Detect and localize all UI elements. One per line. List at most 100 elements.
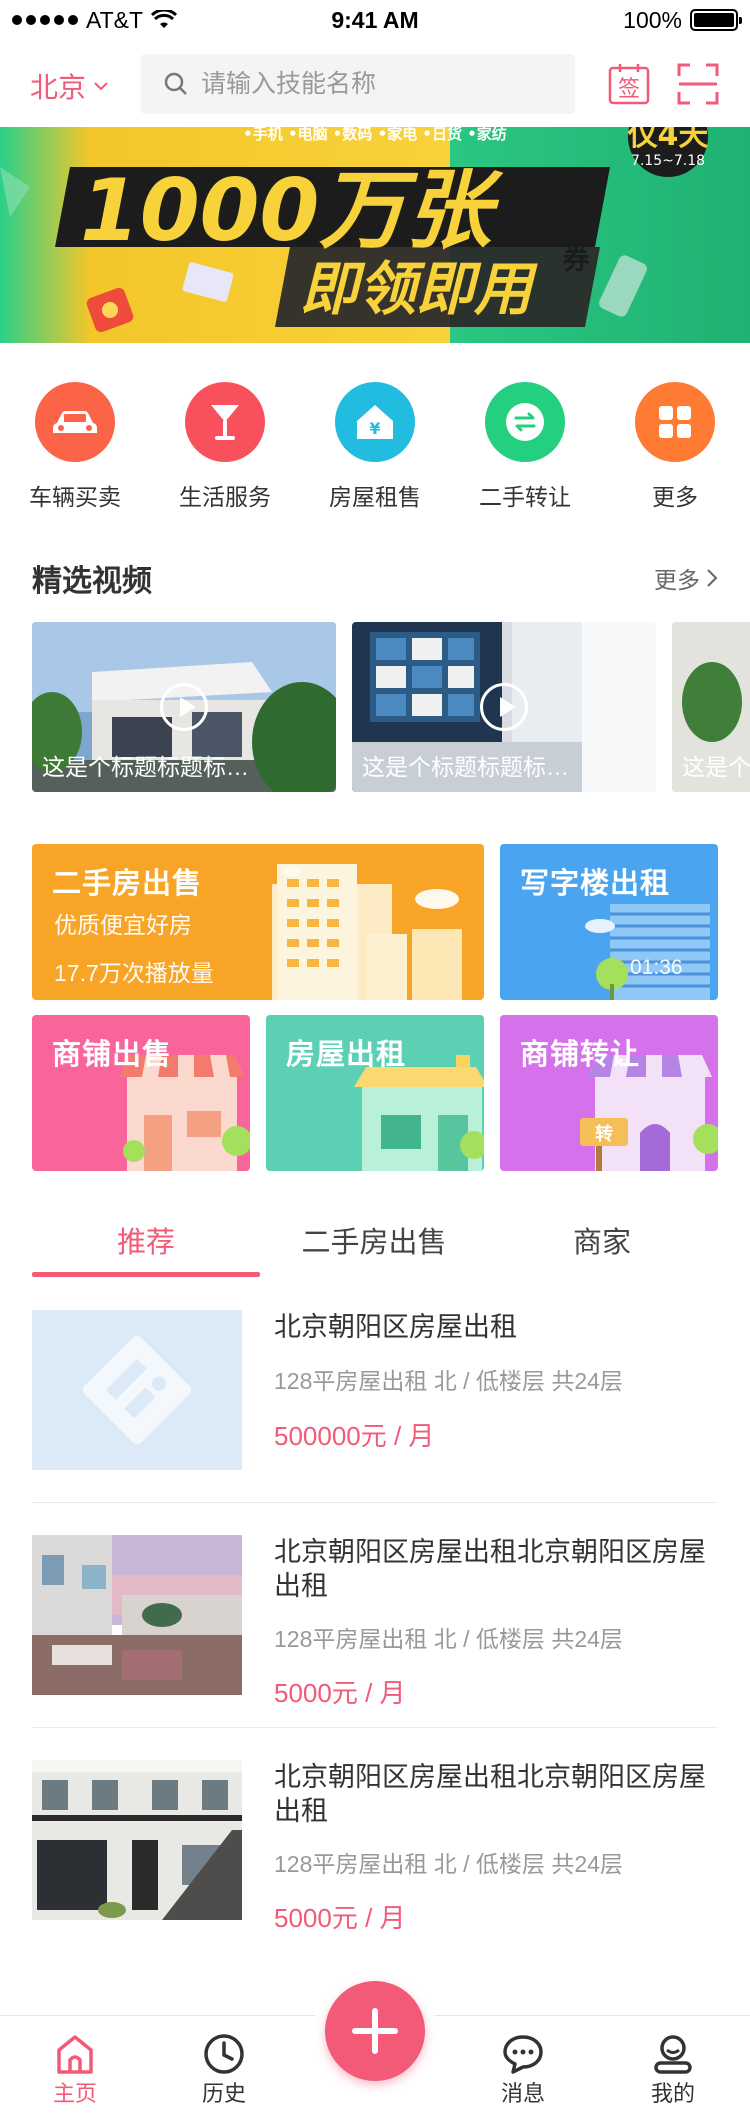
- home-icon: [57, 2035, 93, 2074]
- transfer-badge: 转: [595, 1123, 613, 1145]
- scan-icon: [677, 63, 719, 105]
- car-icon: [35, 382, 115, 462]
- status-left: AT&T: [12, 7, 312, 34]
- tile-office-rent[interactable]: 写字楼出租 01:36: [500, 844, 718, 1000]
- promo-banner[interactable]: •手机 •电脑 •数码 •家电 •日货 •家纺 1000万张 优惠券 即领即用 …: [0, 127, 750, 343]
- top-header: 北京 签: [0, 52, 750, 116]
- tile-title: 写字楼出租: [520, 868, 671, 900]
- video-card[interactable]: 这是个: [672, 622, 750, 792]
- video-card[interactable]: 这是个标题标题标…: [32, 622, 336, 792]
- tab-second-hand[interactable]: 二手房出售: [260, 1213, 488, 1277]
- tile-shop-transfer[interactable]: 转 商铺转让: [500, 1015, 718, 1171]
- category-label: 更多: [652, 484, 698, 510]
- sign-label: 签: [618, 77, 640, 102]
- listing-price: 500000元 / 月: [274, 1421, 435, 1451]
- banner-days: 仅4天: [628, 127, 709, 153]
- video-card[interactable]: 这是个标题标题标…: [352, 622, 656, 792]
- tile-second-hand-sale[interactable]: 二手房出售 优质便宜好房 17.7万次播放量: [32, 844, 484, 1000]
- more-label: 更多: [654, 567, 700, 593]
- category-secondhand[interactable]: 二手转让: [450, 382, 600, 512]
- category-vehicles[interactable]: 车辆买卖: [0, 382, 150, 512]
- listing-meta: 128平房屋出租 北 / 低楼层 共24层: [274, 1851, 623, 1877]
- tile-subtitle: 优质便宜好房: [54, 912, 192, 938]
- battery-icon: [690, 9, 742, 31]
- listing-item[interactable]: 北京朝阳区房屋出租 128平房屋出租 北 / 低楼层 共24层 500000元 …: [32, 1310, 718, 1470]
- play-icon[interactable]: [480, 683, 528, 731]
- chevron-right-icon: [707, 569, 718, 587]
- battery-percent: 100%: [623, 6, 682, 33]
- tab-profile[interactable]: 我的: [618, 2032, 728, 2108]
- tile-plays: 17.7万次播放量: [54, 960, 214, 986]
- search-input[interactable]: [201, 69, 541, 99]
- tab-label: 消息: [500, 2081, 545, 2106]
- tab-messages[interactable]: 消息: [468, 2032, 578, 2108]
- category-life-services[interactable]: 生活服务: [150, 382, 300, 512]
- listing-image-placeholder: [32, 1310, 242, 1470]
- sign-in-button[interactable]: 签: [607, 62, 651, 106]
- sign-icon: 签: [608, 64, 650, 105]
- featured-videos-header: 精选视频 更多: [32, 556, 718, 600]
- category-more[interactable]: 更多: [600, 382, 750, 512]
- tab-history[interactable]: 历史: [169, 2032, 279, 2108]
- tab-label: 历史: [201, 2081, 246, 2106]
- more-videos-link[interactable]: 更多: [654, 561, 718, 595]
- exchange-icon: [485, 382, 565, 462]
- carrier: AT&T: [86, 6, 144, 33]
- category-label: 房屋租售: [329, 484, 421, 510]
- clock-icon: [204, 2034, 244, 2074]
- section-title: 精选视频: [32, 565, 152, 598]
- status-right: 100%: [438, 6, 742, 34]
- scan-button[interactable]: [676, 62, 720, 106]
- tab-home[interactable]: 主页: [20, 2032, 130, 2108]
- video-title: 这是个标题标题标…: [362, 754, 569, 780]
- banner-categories: •手机 •电脑 •数码 •家电 •日货 •家纺: [243, 127, 507, 143]
- divider: [32, 1502, 718, 1503]
- chevron-down-icon: [94, 82, 108, 91]
- status-time: 9:41 AM: [331, 6, 419, 33]
- tile-title: 商铺转让: [520, 1039, 641, 1071]
- tab-label: 我的: [650, 2081, 695, 2106]
- tile-title: 房屋出租: [286, 1039, 407, 1071]
- listing-image-terrace: [32, 1535, 242, 1695]
- house-yuan-icon: ¥: [335, 382, 415, 462]
- tile-shop-sale[interactable]: 商铺出售: [32, 1015, 250, 1171]
- cocktail-icon: [185, 382, 265, 462]
- signal-icon: [12, 15, 78, 25]
- wifi-icon: [151, 10, 178, 28]
- category-label: 生活服务: [179, 484, 271, 510]
- listing-meta: 128平房屋出租 北 / 低楼层 共24层: [274, 1368, 623, 1394]
- banner-art: •手机 •电脑 •数码 •家电 •日货 •家纺 1000万张 优惠券 即领即用 …: [0, 127, 750, 343]
- listing-title: 北京朝阳区房屋出租北京朝阳区房屋出租: [274, 1762, 706, 1826]
- grid-icon: [635, 382, 715, 462]
- listing-meta: 128平房屋出租 北 / 低楼层 共24层: [274, 1626, 623, 1652]
- play-icon[interactable]: [160, 683, 208, 731]
- tab-label: 主页: [52, 2081, 97, 2106]
- video-title: 这是个标题标题标…: [42, 754, 249, 780]
- city-label: 北京: [30, 72, 87, 103]
- add-post-button[interactable]: [325, 1981, 425, 2081]
- svg-text:¥: ¥: [369, 419, 380, 438]
- listing-title: 北京朝阳区房屋出租: [274, 1312, 517, 1342]
- chat-icon: [503, 2035, 543, 2074]
- user-icon: [654, 2035, 692, 2074]
- banner-cta: 即领即用: [300, 255, 538, 323]
- tile-house-rent[interactable]: 房屋出租: [266, 1015, 484, 1171]
- banner-dates: 7.15~7.18: [631, 153, 705, 169]
- listing-image-townhouse: [32, 1760, 242, 1920]
- tab-merchants[interactable]: 商家: [488, 1213, 716, 1277]
- tile-title: 二手房出售: [52, 868, 203, 900]
- category-housing[interactable]: ¥ 房屋租售: [300, 382, 450, 512]
- divider: [32, 1727, 718, 1728]
- status-bar: AT&T 9:41 AM 100%: [0, 0, 750, 40]
- listing-item[interactable]: 北京朝阳区房屋出租北京朝阳区房屋出租 128平房屋出租 北 / 低楼层 共24层…: [32, 1535, 718, 1708]
- category-label: 车辆买卖: [29, 484, 121, 510]
- listing-price: 5000元 / 月: [274, 1678, 406, 1708]
- listing-item[interactable]: 北京朝阳区房屋出租北京朝阳区房屋出租 128平房屋出租 北 / 低楼层 共24层…: [32, 1760, 718, 1933]
- search-box[interactable]: [141, 54, 575, 114]
- tab-recommended[interactable]: 推荐: [32, 1213, 260, 1277]
- video-title: 这是个: [682, 754, 750, 780]
- listing-price: 5000元 / 月: [274, 1903, 406, 1933]
- search-icon: [164, 72, 187, 95]
- video-carousel[interactable]: 这是个标题标题标… 这是个标题标题标… 这是个: [32, 622, 750, 792]
- city-selector[interactable]: 北京: [30, 66, 108, 106]
